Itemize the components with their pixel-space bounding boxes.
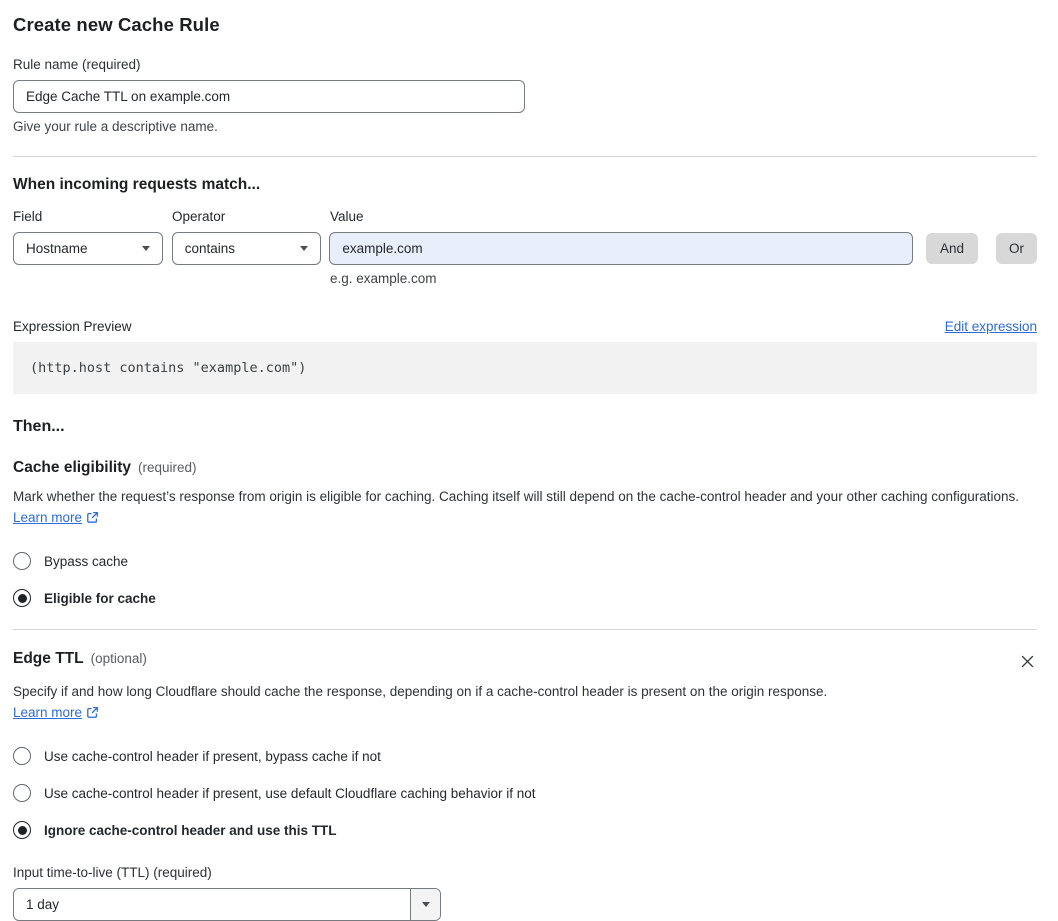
radio-option-eligible-for-cache[interactable]: Eligible for cache (13, 589, 1037, 607)
radio-icon-selected[interactable] (13, 821, 31, 839)
required-badge: (required) (138, 460, 197, 475)
expression-preview-row: Expression Preview Edit expression (13, 319, 1037, 334)
external-link-icon (86, 509, 99, 530)
radio-option-ignore-header-use-ttl[interactable]: Ignore cache-control header and use this… (13, 821, 1037, 839)
chevron-down-icon (300, 246, 309, 251)
radio-icon-selected[interactable] (13, 589, 31, 607)
cache-eligibility-heading-row: Cache eligibility (required) (13, 459, 1037, 477)
expression-code-text: (http.host contains "example.com") (30, 360, 307, 376)
edge-ttl-description: Specify if and how long Cloudflare shoul… (13, 681, 853, 725)
then-heading: Then... (13, 418, 65, 435)
learn-more-link[interactable]: Learn more (13, 705, 82, 720)
rule-name-input[interactable] (13, 80, 525, 113)
radio-label: Ignore cache-control header and use this… (44, 822, 337, 838)
edge-ttl-heading-group: Edge TTL (optional) (13, 650, 147, 668)
edge-ttl-heading: Edge TTL (13, 650, 84, 667)
radio-icon[interactable] (13, 784, 31, 802)
edit-expression-link[interactable]: Edit expression (945, 319, 1037, 334)
match-heading: When incoming requests match... (13, 176, 261, 193)
expression-preview-label: Expression Preview (13, 319, 132, 334)
close-icon[interactable] (1018, 652, 1037, 674)
field-label: Field (13, 209, 43, 224)
radio-label: Eligible for cache (44, 590, 156, 606)
create-cache-rule-form: Create new Cache Rule Rule name (require… (0, 0, 1058, 921)
chevron-down-icon (141, 246, 150, 251)
page-title: Create new Cache Rule (13, 14, 220, 35)
rule-name-label: Rule name (required) (13, 57, 141, 72)
ttl-select[interactable]: 1 day (13, 888, 441, 921)
edge-ttl-heading-row: Edge TTL (optional) (13, 650, 1037, 674)
operator-label: Operator (172, 209, 226, 224)
optional-badge: (optional) (90, 651, 147, 666)
rule-name-help: Give your rule a descriptive name. (13, 119, 218, 134)
value-input[interactable] (329, 232, 913, 265)
operator-select-value: contains (184, 241, 235, 256)
chevron-down-icon (421, 902, 430, 907)
match-condition-row: Hostname contains And Or (13, 232, 1037, 265)
ttl-select-arrow-button[interactable] (410, 889, 440, 920)
and-button[interactable]: And (925, 233, 978, 264)
value-help: e.g. example.com (330, 271, 437, 286)
ttl-select-value: 1 day (26, 897, 60, 912)
divider (13, 629, 1037, 630)
external-link-icon (86, 704, 99, 725)
match-column-labels: Field Operator Value (13, 209, 1037, 224)
expression-code: (http.host contains "example.com") (13, 342, 1037, 394)
operator-select[interactable]: contains (171, 232, 322, 265)
ttl-label: Input time-to-live (TTL) (required) (13, 865, 212, 880)
radio-icon[interactable] (13, 747, 31, 765)
radio-option-bypass-cache[interactable]: Bypass cache (13, 552, 1037, 570)
cache-eligibility-description-text: Mark whether the request’s response from… (13, 489, 1020, 504)
field-select-value: Hostname (26, 241, 88, 256)
cache-eligibility-description: Mark whether the request’s response from… (13, 486, 1028, 530)
radio-label: Bypass cache (44, 553, 129, 569)
radio-label: Use cache-control header if present, use… (44, 785, 536, 801)
radio-label: Use cache-control header if present, byp… (44, 748, 381, 764)
edge-ttl-description-text: Specify if and how long Cloudflare shoul… (13, 684, 828, 699)
radio-option-use-header-default[interactable]: Use cache-control header if present, use… (13, 784, 1037, 802)
value-label: Value (330, 209, 364, 224)
learn-more-link[interactable]: Learn more (13, 510, 82, 525)
radio-icon[interactable] (13, 552, 31, 570)
field-select[interactable]: Hostname (13, 232, 163, 265)
or-button[interactable]: Or (996, 233, 1037, 264)
radio-option-use-header-bypass[interactable]: Use cache-control header if present, byp… (13, 747, 1037, 765)
cache-eligibility-heading: Cache eligibility (13, 459, 132, 476)
divider (13, 156, 1037, 157)
